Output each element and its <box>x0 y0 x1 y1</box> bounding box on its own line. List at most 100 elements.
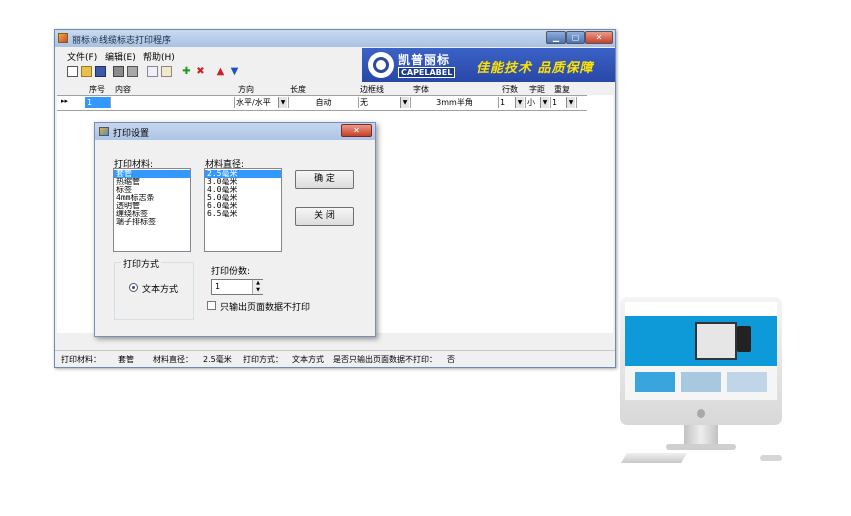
list-item[interactable]: 套管 <box>114 170 190 178</box>
row-marker: ▸▸ <box>61 97 69 105</box>
move-up-icon[interactable]: ▲ <box>215 66 226 77</box>
status-mode-value: 文本方式 <box>292 355 324 364</box>
title-bar[interactable]: 丽标®线缆标志打印程序 ▁ ▢ ✕ <box>55 30 615 47</box>
menu-bar: 文件(F) 编辑(E) 帮助(H) <box>55 48 365 63</box>
col-repeat[interactable]: 重复 <box>554 84 570 95</box>
cell-border[interactable]: 无 ▼ <box>359 97 411 108</box>
keyboard-illustration <box>621 453 687 463</box>
cell-spacing[interactable]: 小 ▼ <box>526 97 551 108</box>
col-direction[interactable]: 方向 <box>238 84 254 95</box>
spin-up-icon[interactable]: ▲ <box>253 280 263 287</box>
spin-buttons[interactable]: ▲ ▼ <box>252 280 263 294</box>
move-down-icon[interactable]: ▼ <box>229 66 240 77</box>
print-icon[interactable] <box>113 66 124 77</box>
col-border[interactable]: 边框线 <box>360 84 384 95</box>
dialog-close-button[interactable]: ✕ <box>341 124 372 137</box>
cell-direction-text: 水平/水平 <box>236 98 271 107</box>
diameter-listbox[interactable]: 2.5毫米 3.0毫米 4.0毫米 5.0毫米 6.0毫米 6.5毫米 <box>204 168 282 252</box>
list-item[interactable]: 4mm标志条 <box>114 194 190 202</box>
chevron-down-icon[interactable]: ▼ <box>278 97 287 108</box>
cell-direction[interactable]: 水平/水平 ▼ <box>235 97 289 108</box>
print-preview-icon[interactable] <box>127 66 138 77</box>
screen-thumb-2 <box>681 372 721 392</box>
cell-lines-text: 1 <box>500 98 506 107</box>
brand-banner: 凯普丽标 CAPELABEL 佳能技术 品质保障 <box>362 48 615 82</box>
list-item[interactable]: 端子排标签 <box>114 218 190 226</box>
screen-thumb-3 <box>727 372 767 392</box>
delete-icon[interactable]: ✖ <box>195 66 206 77</box>
status-material-value: 套管 <box>118 355 134 364</box>
cell-content[interactable] <box>111 97 235 108</box>
list-item[interactable]: 3.0毫米 <box>205 178 281 186</box>
material-listbox[interactable]: 套管 热缩管 标签 4mm标志条 透明管 缠绕标签 端子排标签 <box>113 168 191 252</box>
list-item[interactable]: 2.5毫米 <box>205 170 281 178</box>
cell-lines[interactable]: 1 ▼ <box>499 97 526 108</box>
copies-label: 打印份数: <box>211 267 251 277</box>
col-index[interactable]: 序号 <box>89 84 105 95</box>
cell-index[interactable]: 1 <box>85 97 111 108</box>
list-item[interactable]: 4.0毫米 <box>205 186 281 194</box>
list-item[interactable]: 热缩管 <box>114 178 190 186</box>
chevron-down-icon[interactable]: ▼ <box>515 97 524 108</box>
brand-slogan: 佳能技术 品质保障 <box>476 61 594 76</box>
brand-name-en: CAPELABEL <box>398 67 456 78</box>
screen-header <box>625 302 777 316</box>
menu-file[interactable]: 文件(F) <box>67 50 97 63</box>
chevron-down-icon[interactable]: ▼ <box>540 97 549 108</box>
menu-help[interactable]: 帮助(H) <box>143 50 175 63</box>
toolbar: ✚ ✖ ▲ ▼ <box>55 64 365 80</box>
brand-name-cn: 凯普丽标 <box>398 53 451 67</box>
list-item[interactable]: 6.0毫米 <box>205 202 281 210</box>
only-output-checkbox[interactable] <box>207 301 216 310</box>
dialog-title: 打印设置 <box>113 129 150 139</box>
list-item[interactable]: 6.5毫米 <box>205 210 281 218</box>
cell-length[interactable]: 自动 <box>289 97 359 108</box>
cell-repeat[interactable]: 1 ▼ <box>551 97 577 108</box>
close-dialog-button[interactable]: 关 闭 <box>295 207 354 226</box>
list-item[interactable]: 5.0毫米 <box>205 194 281 202</box>
close-button[interactable]: ✕ <box>585 31 613 44</box>
monitor-frame <box>620 297 782 425</box>
cell-font[interactable]: 3mm半角 <box>411 97 499 108</box>
app-icon <box>58 33 68 43</box>
col-spacing[interactable]: 字距 <box>529 84 545 95</box>
col-length[interactable]: 长度 <box>290 84 306 95</box>
only-output-label[interactable]: 只输出页面数据不打印 <box>220 300 310 313</box>
window-title: 丽标®线缆标志打印程序 <box>72 36 172 46</box>
new-icon[interactable] <box>67 66 78 77</box>
save-icon[interactable] <box>95 66 106 77</box>
dialog-icon <box>99 127 109 136</box>
chevron-down-icon[interactable]: ▼ <box>400 97 409 108</box>
chevron-down-icon[interactable]: ▼ <box>566 97 575 108</box>
text-mode-label[interactable]: 文本方式 <box>142 282 178 295</box>
status-diameter-value: 2.5毫米 <box>203 355 232 364</box>
status-diameter-key: 材料直径： <box>153 355 193 364</box>
maximize-button[interactable]: ▢ <box>566 31 585 44</box>
screen-thumb-1 <box>635 372 675 392</box>
open-icon[interactable] <box>81 66 92 77</box>
screen-device <box>695 322 737 360</box>
menu-edit[interactable]: 编辑(E) <box>105 50 136 63</box>
col-font[interactable]: 字体 <box>413 84 429 95</box>
print-mode-group-label: 打印方式 <box>121 257 162 270</box>
monitor-illustration <box>620 297 784 467</box>
paste-icon[interactable] <box>161 66 172 77</box>
table-row[interactable]: ▸▸ 1 水平/水平 ▼ 自动 无 ▼ 3mm半角 1 ▼ 小 ▼ 1 ▼ <box>57 95 587 111</box>
minimize-button[interactable]: ▁ <box>546 31 566 44</box>
dialog-title-bar[interactable]: 打印设置 ✕ <box>95 123 375 140</box>
ok-button[interactable]: 确 定 <box>295 170 354 189</box>
copies-stepper[interactable]: 1 ▲ ▼ <box>211 279 263 295</box>
add-icon[interactable]: ✚ <box>181 66 192 77</box>
col-content[interactable]: 内容 <box>115 84 131 95</box>
cell-border-text: 无 <box>360 98 368 107</box>
list-item[interactable]: 标签 <box>114 186 190 194</box>
grid-header: 序号 内容 方向 长度 边框线 字体 行数 字距 重复 <box>57 83 613 95</box>
spin-down-icon[interactable]: ▼ <box>253 287 263 294</box>
list-item[interactable]: 透明管 <box>114 202 190 210</box>
text-mode-radio[interactable] <box>129 283 138 292</box>
copies-value: 1 <box>215 282 221 291</box>
col-lines[interactable]: 行数 <box>502 84 518 95</box>
list-item[interactable]: 缠绕标签 <box>114 210 190 218</box>
copy-icon[interactable] <box>147 66 158 77</box>
status-bar: 打印材料： 套管 材料直径： 2.5毫米 打印方式： 文本方式 是否只输出页面数… <box>55 350 615 367</box>
